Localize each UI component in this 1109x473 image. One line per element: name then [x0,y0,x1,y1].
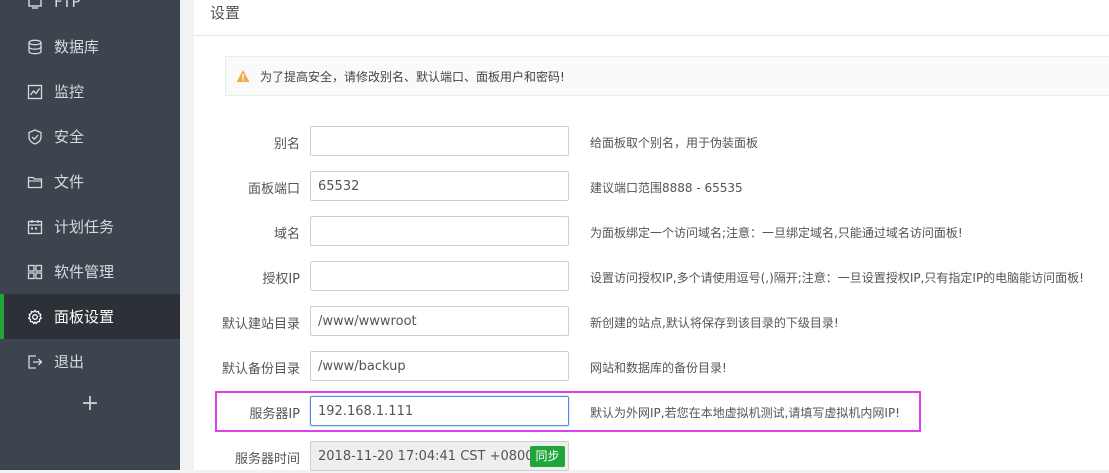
sidebar-item-monitor[interactable]: 监控 [0,69,180,114]
domain-label: 域名 [273,227,300,242]
sidebar-item-security[interactable]: 安全 [0,114,180,159]
sidebar-item-files[interactable]: 文件 [0,159,180,204]
form-row-server-time: 服务器时间 同步 [194,441,1109,473]
form-row-site-dir: 默认建站目录 新创建的站点,默认将保存到该目录的下级目录! [194,306,1109,338]
sidebar-item-logout[interactable]: 退出 [0,339,180,384]
server-ip-input[interactable] [310,396,569,426]
sync-time-button[interactable]: 同步 [530,446,565,467]
ftp-icon [28,0,42,9]
auth-ip-hint: 设置访问授权IP,多个请使用逗号(,)隔开;注意：一旦设置授权IP,只有指定IP… [590,271,1084,285]
port-label: 面板端口 [247,182,300,197]
sidebar-item-panel-settings[interactable]: 面板设置 [0,294,180,339]
sidebar-item-label: 数据库 [54,38,100,56]
backup-dir-label: 默认备份目录 [221,362,300,377]
sidebar-item-database[interactable]: 数据库 [0,24,180,69]
form-row-alias: 别名 给面板取个别名，用于伪装面板 [194,126,1109,158]
grid-icon [27,264,43,279]
form-row-domain: 域名 为面板绑定一个访问域名;注意：一旦绑定域名,只能通过域名访问面板! [194,216,1109,248]
site-dir-hint: 新创建的站点,默认将保存到该目录的下级目录! [590,316,839,330]
site-dir-label: 默认建站目录 [221,317,300,332]
sidebar-item-label: 软件管理 [54,263,115,281]
alias-hint: 给面板取个别名，用于伪装面板 [590,136,759,150]
form-row-backup-dir: 默认备份目录 网站和数据库的备份目录! [194,351,1109,383]
sidebar-item-label: 退出 [54,353,85,371]
monitor-icon [27,84,43,99]
auth-ip-input[interactable] [310,261,569,291]
site-dir-input[interactable] [310,306,569,336]
sidebar-item-label: 监控 [54,83,85,101]
logout-icon [28,354,43,369]
alias-label: 别名 [273,137,300,152]
sidebar-item-ftp[interactable]: FTP [0,0,180,24]
form-row-auth-ip: 授权IP 设置访问授权IP,多个请使用逗号(,)隔开;注意：一旦设置授权IP,只… [194,261,1109,293]
folder-icon [27,176,43,188]
sidebar-item-label: 计划任务 [54,218,115,236]
database-icon [28,39,42,54]
sidebar-item-label: FTP [54,0,81,11]
domain-hint: 为面板绑定一个访问域名;注意：一旦绑定域名,只能通过域名访问面板! [590,226,963,240]
backup-dir-hint: 网站和数据库的备份目录! [590,361,727,375]
title-divider [194,35,1109,36]
add-menu-button[interactable]: + [0,386,180,422]
sidebar-item-software[interactable]: 软件管理 [0,249,180,294]
sidebar-item-label: 安全 [54,128,85,146]
sidebar-item-label: 面板设置 [54,308,115,326]
alias-input[interactable] [310,126,569,156]
page-title: 设置 [210,4,241,22]
sidebar-item-cron[interactable]: 计划任务 [0,204,180,249]
calendar-icon [27,219,43,234]
shield-icon [28,128,42,145]
port-input[interactable] [310,171,569,201]
server-time-label: 服务器时间 [234,452,300,467]
gear-icon [28,309,42,324]
server-ip-label: 服务器IP [249,407,300,422]
port-hint: 建议端口范围8888 - 65535 [590,181,743,195]
security-alert: 为了提高安全，请修改别名、默认端口、面板用户和密码! [225,56,1109,96]
domain-input[interactable] [310,216,569,246]
form-row-server-ip: 服务器IP 默认为外网IP,若您在本地虚拟机测试,请填写虚拟机内网IP! [194,396,1109,428]
backup-dir-input[interactable] [310,351,569,381]
server-ip-hint: 默认为外网IP,若您在本地虚拟机测试,请填写虚拟机内网IP! [590,406,900,420]
sidebar: FTP 数据库 监控 安全 文件 计划任务 软件管理 面板设置 退出 + [0,0,180,470]
warning-icon [236,70,250,82]
form-row-port: 面板端口 建议端口范围8888 - 65535 [194,171,1109,203]
sidebar-item-label: 文件 [54,173,85,191]
main-content: 设置 为了提高安全，请修改别名、默认端口、面板用户和密码! 别名 给面板取个别名… [194,0,1109,473]
auth-ip-label: 授权IP [262,272,300,287]
alert-text: 为了提高安全，请修改别名、默认端口、面板用户和密码! [260,70,565,84]
